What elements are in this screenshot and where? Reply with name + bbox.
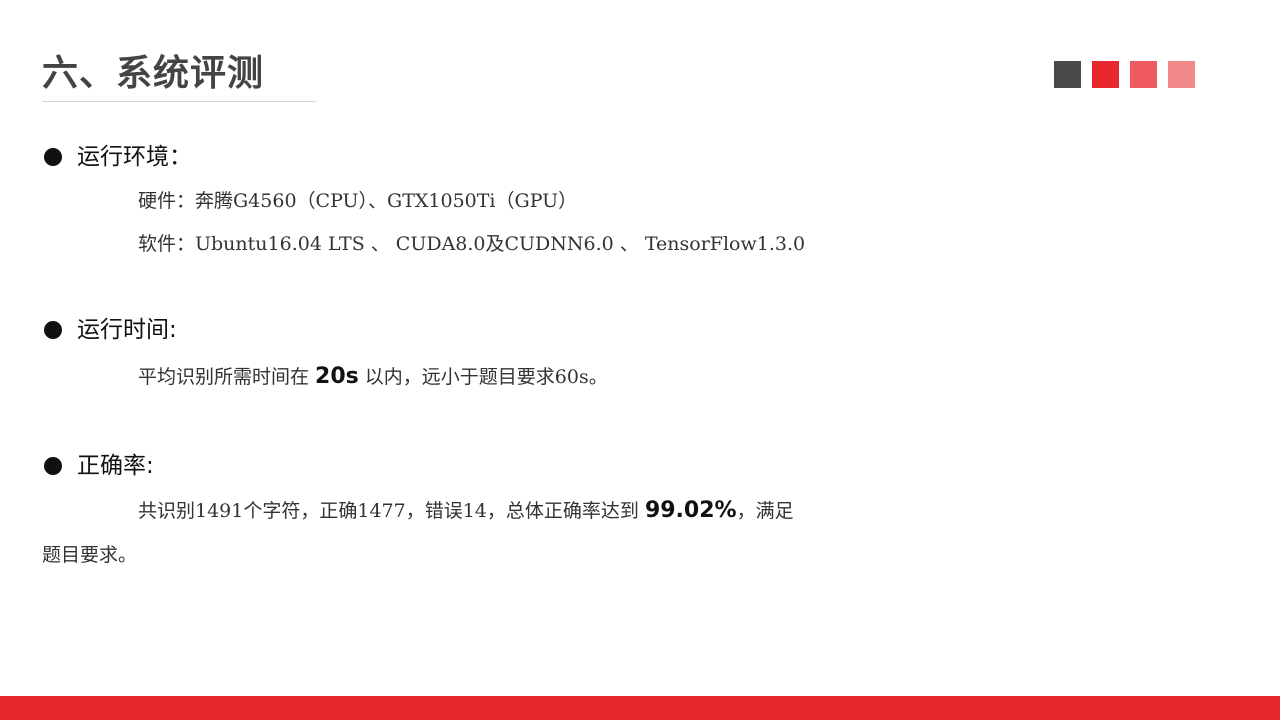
section-time: 运行时间: <box>44 315 177 345</box>
section-accuracy: 正确率: <box>44 451 154 481</box>
square-coral <box>1130 61 1157 88</box>
accuracy-continuation: 题目要求。 <box>42 544 138 566</box>
title-underline <box>42 101 316 102</box>
square-pink <box>1168 61 1195 88</box>
section-heading: 正确率: <box>77 453 154 479</box>
accuracy-suffix: ，满足 <box>736 500 794 522</box>
bullet-icon <box>44 457 62 475</box>
accuracy-prefix: 共识别1491个字符，正确1477，错误14，总体正确率达到 <box>138 500 645 522</box>
footer-bar <box>0 696 1280 720</box>
accuracy-line: 共识别1491个字符，正确1477，错误14，总体正确率达到 99.02%，满足 <box>138 498 794 524</box>
page-title: 六、系统评测 <box>42 53 265 94</box>
time-line: 平均识别所需时间在 20s 以内，远小于题目要求60s。 <box>138 364 608 390</box>
decorative-squares <box>1054 61 1195 88</box>
time-value: 20s <box>315 364 359 389</box>
time-suffix: 以内，远小于题目要求60s。 <box>358 366 608 388</box>
time-prefix: 平均识别所需时间在 <box>138 366 316 388</box>
section-env: 运行环境： <box>44 142 192 172</box>
section-heading: 运行环境： <box>77 144 192 170</box>
section-heading: 运行时间: <box>77 317 177 343</box>
bullet-icon <box>44 321 62 339</box>
square-dark <box>1054 61 1081 88</box>
bullet-icon <box>44 148 62 166</box>
square-red <box>1092 61 1119 88</box>
accuracy-value: 99.02% <box>644 498 737 523</box>
hardware-line: 硬件：奔腾G4560（CPU）、GTX1050Ti（GPU） <box>138 190 578 212</box>
software-line: 软件：Ubuntu16.04 LTS 、 CUDA8.0及CUDNN6.0 、 … <box>138 233 806 255</box>
